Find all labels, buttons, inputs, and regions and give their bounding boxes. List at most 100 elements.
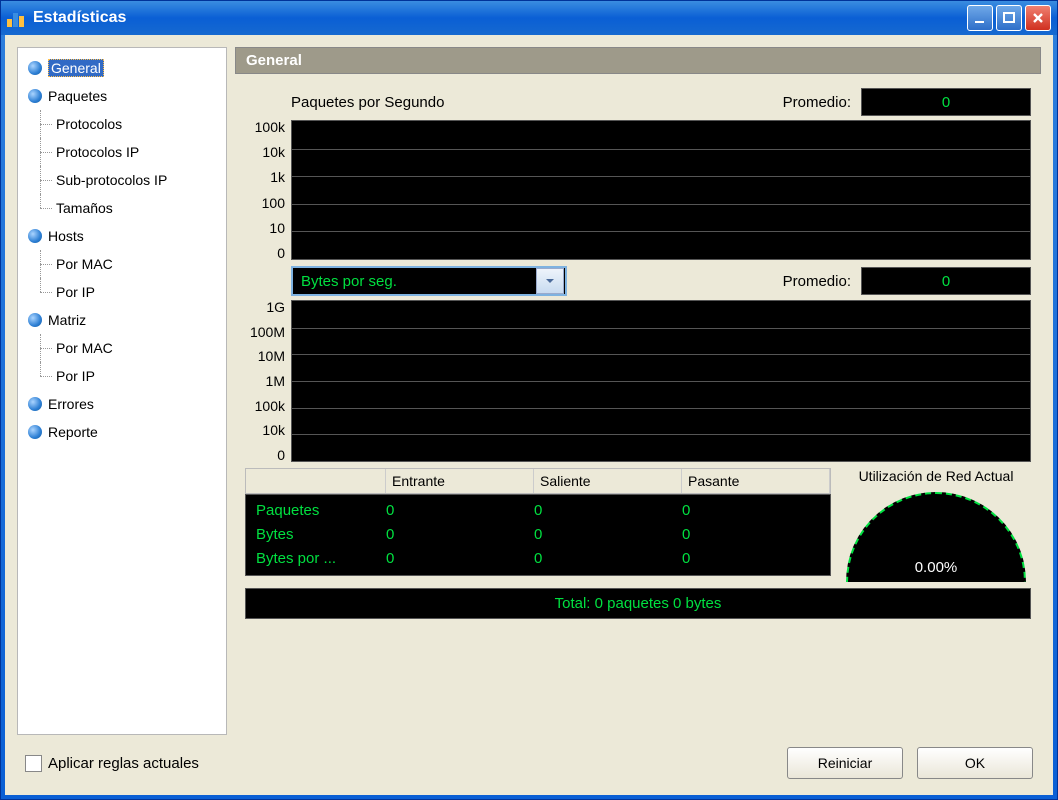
- cell: 0: [682, 499, 830, 523]
- sidebar-item-label: Hosts: [48, 228, 84, 244]
- apply-rules-label: Aplicar reglas actuales: [48, 755, 199, 772]
- chart-pps-plot: [291, 120, 1031, 260]
- chart-bps-avg-value: 0: [861, 267, 1031, 295]
- minimize-icon: [973, 11, 987, 25]
- reset-button[interactable]: Reiniciar: [787, 747, 903, 779]
- ytick: 10k: [245, 145, 285, 159]
- total-bar: Total: 0 paquetes 0 bytes: [245, 588, 1031, 619]
- maximize-button[interactable]: [996, 5, 1022, 31]
- window-controls: [967, 5, 1051, 31]
- sidebar-item-tamanos[interactable]: Tamaños: [22, 194, 222, 222]
- row-label: Bytes: [246, 523, 386, 547]
- chart-metric-dropdown[interactable]: Bytes por seg.: [291, 266, 567, 296]
- titlebar[interactable]: Estadísticas: [1, 1, 1057, 35]
- sidebar-item-matriz[interactable]: Matriz: [22, 306, 222, 334]
- content-header: General: [235, 47, 1041, 74]
- stats-table-header: Entrante Saliente Pasante: [245, 468, 831, 494]
- close-icon: [1031, 11, 1045, 25]
- ytick: 0: [245, 246, 285, 260]
- apply-rules-checkbox-wrap[interactable]: Aplicar reglas actuales: [25, 755, 199, 772]
- minimize-button[interactable]: [967, 5, 993, 31]
- sidebar-item-label: Paquetes: [48, 88, 107, 104]
- chart-pps-avg-value: 0: [861, 88, 1031, 116]
- sidebar-item-protocolos[interactable]: Protocolos: [22, 110, 222, 138]
- sidebar-item-label: Errores: [48, 396, 94, 412]
- stats-table: Entrante Saliente Pasante Paquetes 0 0 0: [245, 468, 831, 582]
- sidebar-item-matriz-mac[interactable]: Por MAC: [22, 334, 222, 362]
- footer: Aplicar reglas actuales Reiniciar OK: [17, 735, 1041, 783]
- sidebar-item-label: Por IP: [56, 284, 95, 300]
- sidebar-item-label: Protocolos IP: [56, 144, 139, 160]
- cell: 0: [386, 523, 534, 547]
- chart-bps-yaxis: 1G 100M 10M 1M 100k 10k 0: [245, 300, 291, 462]
- ytick: 1M: [245, 374, 285, 388]
- th-saliente: Saliente: [534, 469, 682, 493]
- sidebar-item-label: Por MAC: [56, 256, 113, 272]
- sidebar-item-hosts[interactable]: Hosts: [22, 222, 222, 250]
- sidebar-item-label: Sub-protocolos IP: [56, 172, 167, 188]
- bullet-icon: [28, 61, 42, 75]
- cell: 0: [534, 523, 682, 547]
- ok-button[interactable]: OK: [917, 747, 1033, 779]
- chart-pps-title: Paquetes por Segundo: [291, 94, 444, 111]
- sidebar-item-por-mac[interactable]: Por MAC: [22, 250, 222, 278]
- dropdown-button[interactable]: [536, 268, 564, 294]
- sidebar-item-label: Matriz: [48, 312, 86, 328]
- stats-table-body: Paquetes 0 0 0 Bytes 0 0 0: [245, 494, 831, 576]
- ytick: 100k: [245, 120, 285, 134]
- ytick: 1k: [245, 170, 285, 184]
- sidebar-item-protocolos-ip[interactable]: Protocolos IP: [22, 138, 222, 166]
- table-row: Bytes 0 0 0: [246, 523, 830, 547]
- cell: 0: [682, 523, 830, 547]
- row-label: Paquetes: [246, 499, 386, 523]
- app-icon: [7, 9, 25, 27]
- th-entrante: Entrante: [386, 469, 534, 493]
- bullet-icon: [28, 89, 42, 103]
- ytick: 100: [245, 196, 285, 210]
- sidebar-tree[interactable]: General Paquetes Protocolos Protocolos I…: [17, 47, 227, 735]
- ytick: 1G: [245, 300, 285, 314]
- gauge: 0.00%: [846, 490, 1026, 582]
- cell: 0: [534, 499, 682, 523]
- sidebar-item-label: Por MAC: [56, 340, 113, 356]
- table-row: Paquetes 0 0 0: [246, 499, 830, 523]
- chart-bps-header: Bytes por seg. Promedio: 0: [245, 266, 1031, 296]
- ytick: 100M: [245, 325, 285, 339]
- sidebar-item-por-ip[interactable]: Por IP: [22, 278, 222, 306]
- gauge-panel: Utilización de Red Actual 0.00%: [841, 468, 1031, 582]
- cell: 0: [682, 547, 830, 571]
- client-area: General Paquetes Protocolos Protocolos I…: [5, 35, 1053, 795]
- ytick: 0: [245, 448, 285, 462]
- chart-pps-avg-label: Promedio:: [783, 94, 851, 111]
- bullet-icon: [28, 425, 42, 439]
- gauge-title: Utilización de Red Actual: [841, 468, 1031, 484]
- cell: 0: [386, 547, 534, 571]
- close-button[interactable]: [1025, 5, 1051, 31]
- sidebar-item-sub-protocolos-ip[interactable]: Sub-protocolos IP: [22, 166, 222, 194]
- sidebar-item-label: Reporte: [48, 424, 98, 440]
- bullet-icon: [28, 229, 42, 243]
- ytick: 10k: [245, 423, 285, 437]
- chevron-down-icon: [544, 275, 556, 287]
- sidebar-item-general[interactable]: General: [22, 54, 222, 82]
- sidebar-item-errores[interactable]: Errores: [22, 390, 222, 418]
- cell: 0: [534, 547, 682, 571]
- table-row: Bytes por ... 0 0 0: [246, 547, 830, 571]
- ytick: 10: [245, 221, 285, 235]
- sidebar-item-label: General: [48, 59, 104, 77]
- gauge-value: 0.00%: [846, 559, 1026, 576]
- apply-rules-checkbox[interactable]: [25, 755, 42, 772]
- bullet-icon: [28, 397, 42, 411]
- main-area: General Paquetes Protocolos Protocolos I…: [17, 47, 1041, 735]
- ytick: 100k: [245, 399, 285, 413]
- content-panel: General Paquetes por Segundo Promedio: 0…: [235, 47, 1041, 735]
- chart-pps: Paquetes por Segundo Promedio: 0 100k 10…: [245, 88, 1031, 260]
- dropdown-value: Bytes por seg.: [293, 273, 535, 290]
- ytick: 10M: [245, 349, 285, 363]
- sidebar-item-reporte[interactable]: Reporte: [22, 418, 222, 446]
- chart-pps-yaxis: 100k 10k 1k 100 10 0: [245, 120, 291, 260]
- bottom-section: Entrante Saliente Pasante Paquetes 0 0 0: [245, 468, 1031, 582]
- sidebar-item-matriz-ip[interactable]: Por IP: [22, 362, 222, 390]
- sidebar-item-paquetes[interactable]: Paquetes: [22, 82, 222, 110]
- sidebar-item-label: Tamaños: [56, 200, 113, 216]
